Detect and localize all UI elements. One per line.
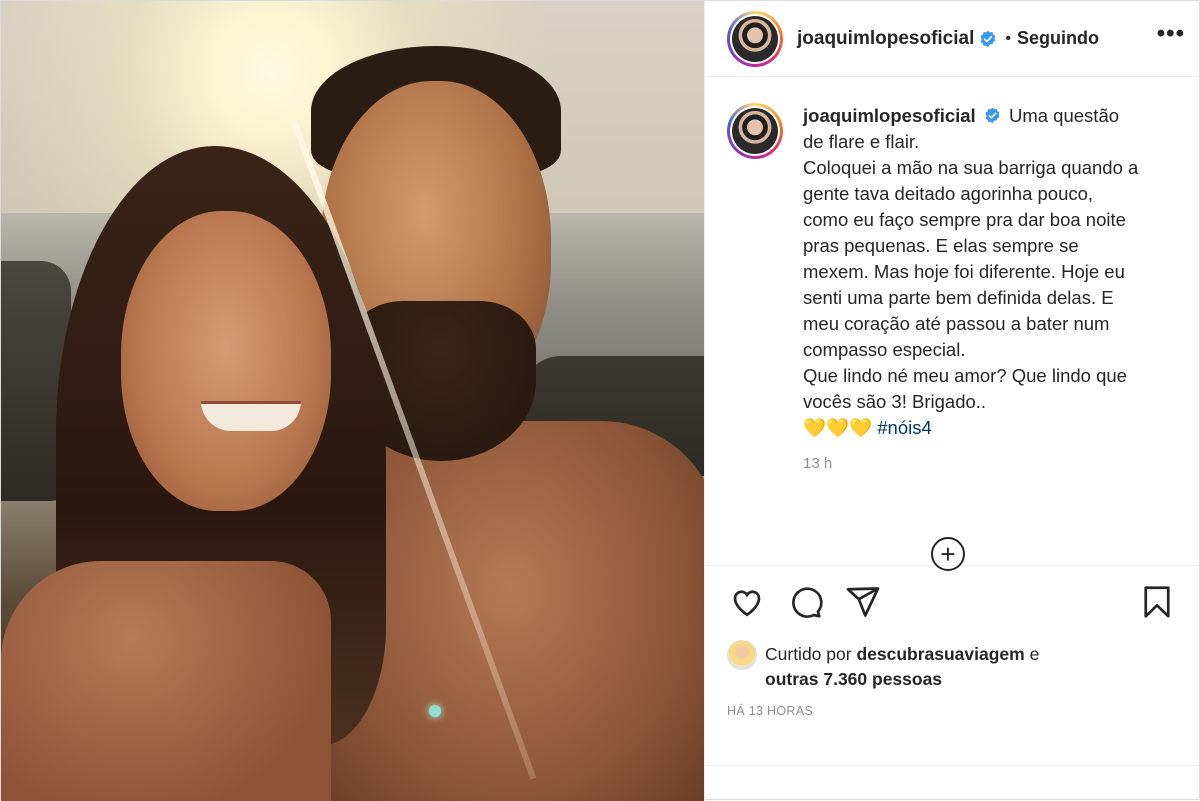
- caption-avatar[interactable]: [727, 103, 783, 159]
- post-photo[interactable]: [1, 1, 704, 801]
- more-options-icon[interactable]: •••: [1157, 21, 1185, 56]
- username-link[interactable]: joaquimlopesoficial: [797, 28, 974, 50]
- post-side-panel: joaquimlopesoficial • Seguindo ••• joaqu…: [704, 1, 1199, 801]
- verified-badge-icon: [980, 30, 996, 47]
- caption-username-link[interactable]: joaquimlopesoficial: [803, 105, 976, 126]
- photo-woman-face: [121, 211, 331, 511]
- likes-prefix: Curtido por: [765, 644, 852, 664]
- liker-username-link[interactable]: descubrasuaviagem: [856, 644, 1024, 664]
- caption-verified-badge-icon: [985, 107, 1000, 124]
- instagram-post: joaquimlopesoficial • Seguindo ••• joaqu…: [0, 0, 1200, 801]
- yellow-hearts-emoji: 💛💛💛: [803, 417, 873, 438]
- caption-first-line: joaquimlopesoficial Uma questão de flare…: [803, 103, 1143, 155]
- likes-connector: e: [1029, 644, 1040, 664]
- likes-text: Curtido por descubrasuaviagem e outras 7…: [765, 642, 1039, 692]
- photo-woman-smile: [201, 401, 301, 431]
- caption-text: joaquimlopesoficial Uma questão de flare…: [803, 103, 1143, 441]
- action-icons: [727, 580, 1177, 624]
- likes-count-link[interactable]: outras 7.360 pessoas: [765, 669, 942, 689]
- caption-avatar-image: [732, 108, 778, 154]
- avatar-image: [732, 15, 778, 62]
- caption-paragraph: Coloquei a mão na sua barriga quando a g…: [803, 157, 1139, 360]
- share-icon[interactable]: [843, 582, 883, 622]
- comment-bar: [705, 765, 1199, 801]
- liker-avatar[interactable]: [727, 640, 757, 670]
- post-actions: Curtido por descubrasuaviagem e outras 7…: [705, 565, 1199, 765]
- comment-icon[interactable]: [785, 582, 825, 622]
- post-header: joaquimlopesoficial • Seguindo •••: [705, 1, 1199, 77]
- caption-area: joaquimlopesoficial Uma questão de flare…: [705, 77, 1199, 571]
- likes-summary: Curtido por descubrasuaviagem e outras 7…: [727, 640, 1177, 692]
- avatar[interactable]: [727, 10, 783, 67]
- header-separator: •: [1005, 29, 1011, 47]
- hashtag-link[interactable]: #nóis4: [877, 417, 932, 438]
- caption-row: joaquimlopesoficial Uma questão de flare…: [727, 103, 1177, 441]
- bookmark-icon[interactable]: [1137, 582, 1177, 622]
- photo-woman-shoulder: [1, 561, 331, 801]
- caption-tags: 💛💛💛 #nóis4: [803, 415, 1143, 441]
- photo-flare-dot: [429, 705, 441, 717]
- following-button[interactable]: Seguindo: [1017, 28, 1099, 49]
- post-timestamp[interactable]: HÁ 13 HORAS: [727, 704, 1177, 718]
- heart-icon[interactable]: [727, 582, 767, 622]
- plus-circle-icon[interactable]: +: [931, 537, 965, 571]
- caption-timestamp: 13 h: [803, 455, 833, 472]
- caption-closing: Que lindo né meu amor? Que lindo que voc…: [803, 365, 1127, 412]
